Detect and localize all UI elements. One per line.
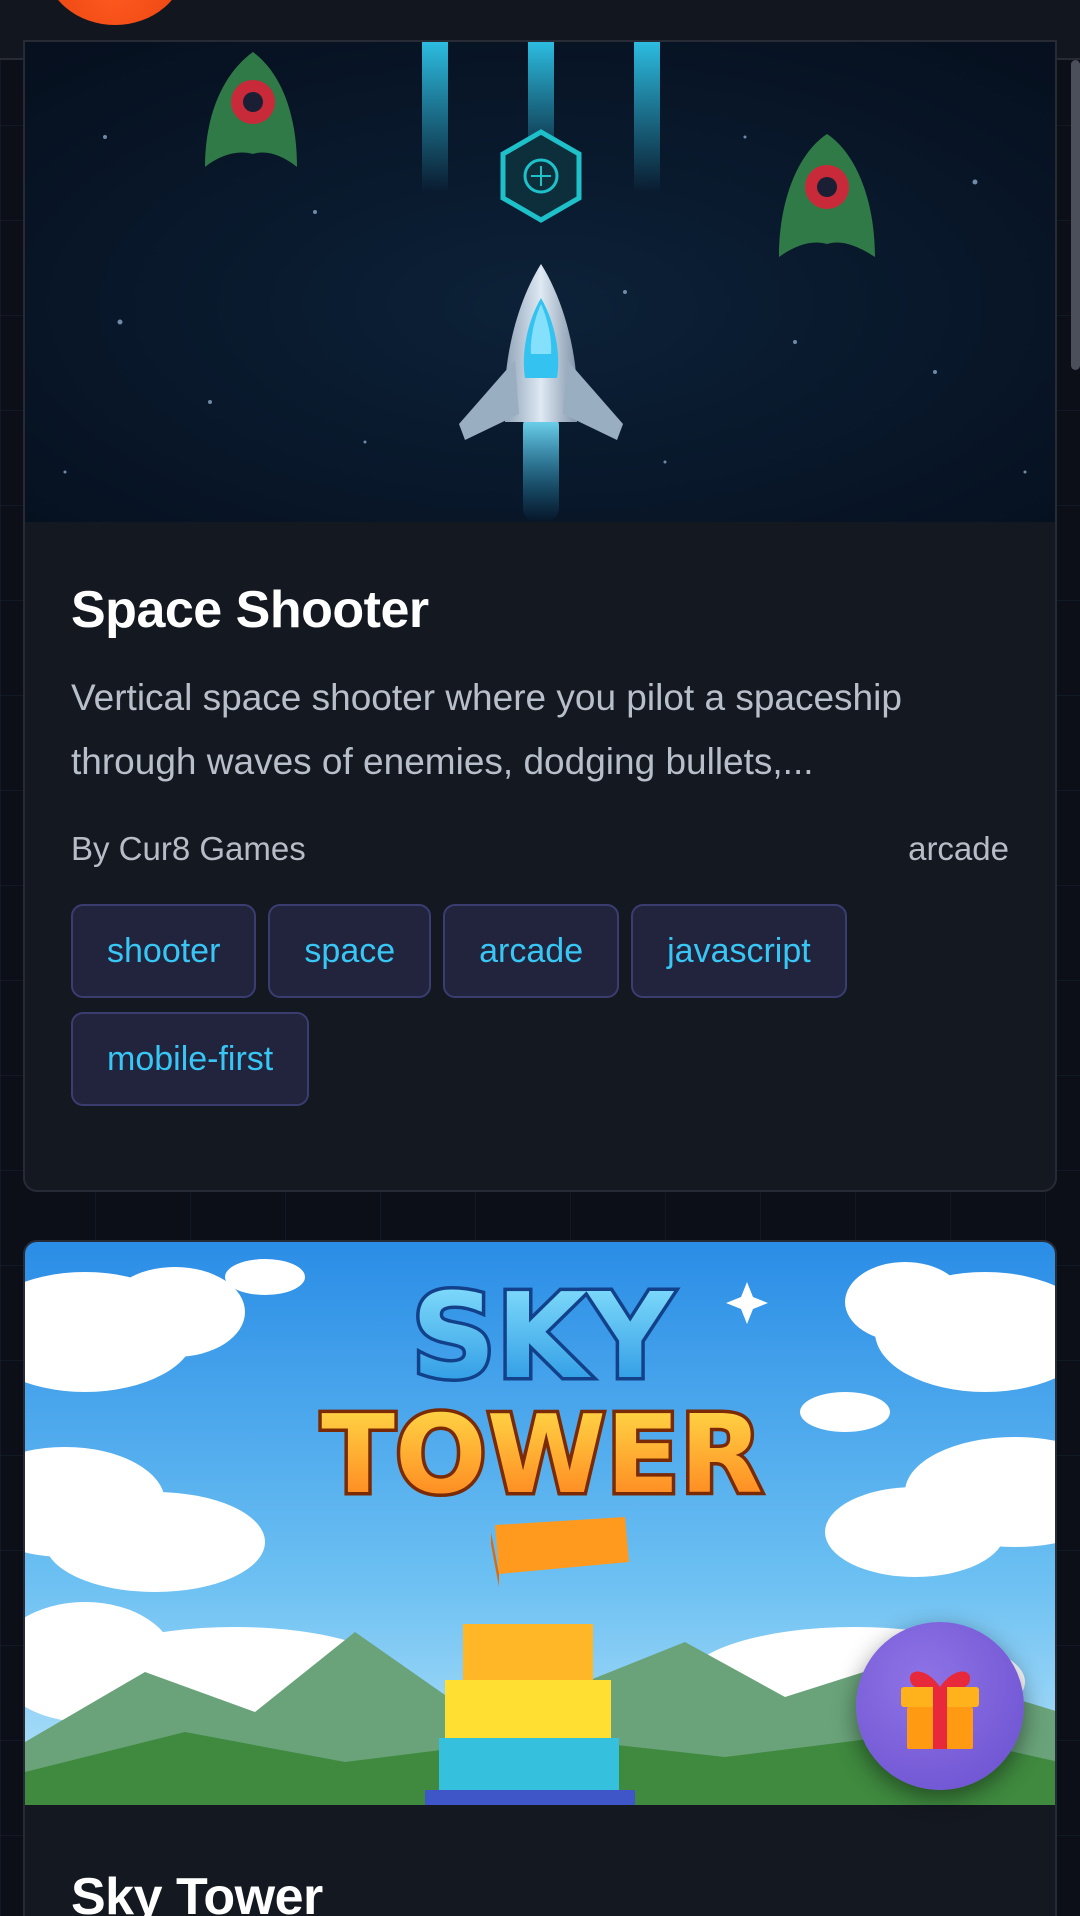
gift-icon: [901, 1671, 979, 1749]
gift-button[interactable]: [856, 1622, 1024, 1790]
tag-arcade[interactable]: arcade: [443, 904, 620, 998]
app-logo[interactable]: [45, 0, 185, 25]
game-category: arcade: [908, 830, 1009, 867]
tag-javascript[interactable]: javascript: [631, 904, 847, 998]
page: Space Shooter Vertical space shooter whe…: [0, 0, 1080, 1916]
game-title[interactable]: Space Shooter: [71, 580, 1009, 640]
game-card-sky-tower[interactable]: SKY TOWER Sky Tower: [23, 1240, 1057, 1916]
spaceship-thumbnail: [25, 42, 1055, 522]
scrollbar-thumb[interactable]: [1071, 60, 1080, 370]
tag-list: shooter space arcade javascript mobile-f…: [71, 904, 971, 1106]
game-card-space-shooter[interactable]: Space Shooter Vertical space shooter whe…: [23, 40, 1057, 1192]
tag-space[interactable]: space: [268, 904, 432, 998]
game-author: By Cur8 Games: [71, 830, 306, 867]
thumbnail-title-line1: SKY: [411, 1267, 674, 1405]
game-thumbnail[interactable]: [25, 42, 1055, 522]
game-title[interactable]: Sky Tower: [71, 1867, 1009, 1916]
thumbnail-title-line2: TOWER: [321, 1393, 763, 1518]
tag-mobile-first[interactable]: mobile-first: [71, 1012, 310, 1106]
game-description: Vertical space shooter where you pilot a…: [71, 677, 902, 782]
tag-shooter[interactable]: shooter: [71, 904, 257, 998]
